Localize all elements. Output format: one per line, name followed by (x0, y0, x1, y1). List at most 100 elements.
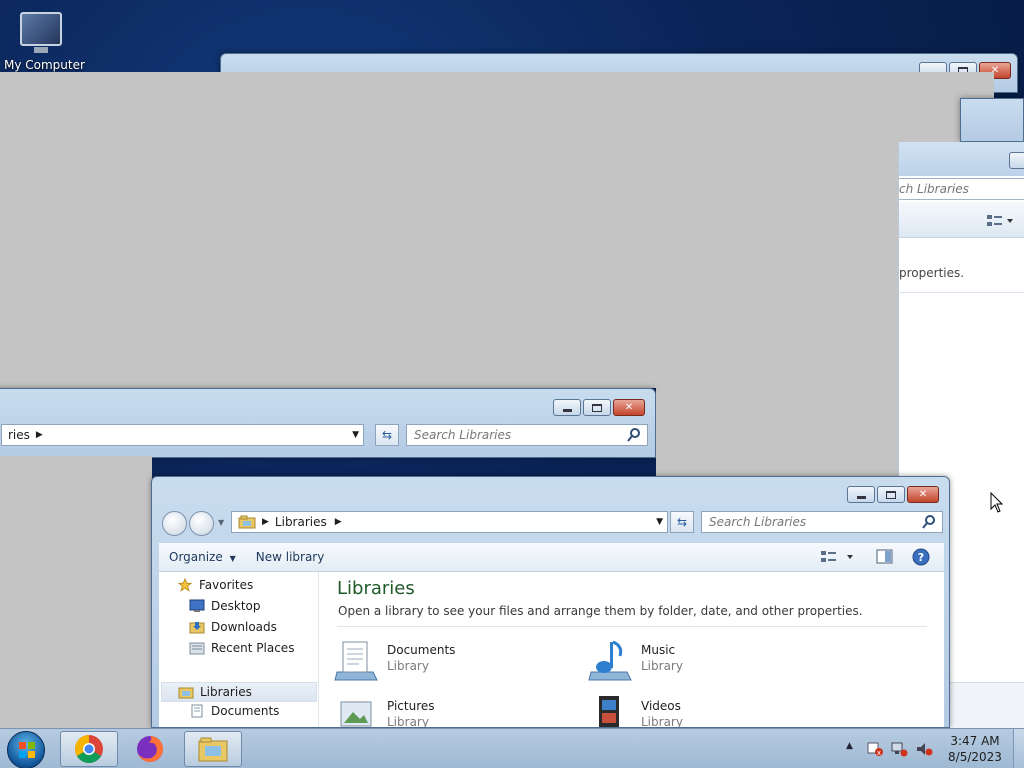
computer-icon (20, 12, 62, 53)
search-icon[interactable] (627, 428, 641, 442)
clock[interactable]: 3:47 AM 8/5/2023 (940, 733, 1010, 765)
address-history-chevron-icon[interactable]: ▼ (656, 517, 663, 527)
refresh-button[interactable]: ⇆ (375, 424, 399, 446)
close-button[interactable]: ✕ (907, 486, 939, 503)
back-window-middle: ✕ ries ▶ ▼ ⇆ Search Libraries (0, 388, 656, 458)
command-bar: Organize ▼ New library ? (159, 543, 944, 572)
library-name: Videos (641, 699, 681, 713)
library-videos[interactable]: Videos Library (587, 690, 787, 728)
nav-favorites[interactable]: Favorites (177, 578, 253, 592)
nav-desktop-label: Desktop (211, 599, 261, 613)
help-icon[interactable]: ? (912, 548, 930, 566)
refresh-icon: ⇆ (381, 428, 393, 442)
new-library-button[interactable]: New library (246, 550, 335, 564)
desktop-icon-label: My Computer (4, 58, 85, 72)
volume-muted-icon[interactable] (915, 741, 933, 757)
view-options-icon[interactable] (987, 214, 1015, 228)
chevron-down-icon[interactable]: ▼ (352, 430, 359, 440)
nav-downloads[interactable]: Downloads (189, 620, 277, 634)
taskbar-firefox[interactable] (121, 731, 179, 767)
music-library-icon (588, 640, 632, 681)
window-controls: ✕ (553, 399, 645, 416)
nav-documents[interactable]: Documents (189, 704, 279, 718)
action-center-alert-icon[interactable]: x (866, 741, 884, 757)
nav-libraries[interactable]: Libraries (161, 682, 317, 702)
search-input[interactable]: Search Libraries (406, 424, 648, 446)
rendering-artifact-region (34, 72, 994, 142)
maximize-button[interactable] (583, 399, 611, 416)
divider (899, 292, 1024, 293)
libraries-folder-icon (178, 687, 194, 699)
taskbar-file-explorer[interactable] (184, 731, 242, 767)
show-desktop-button[interactable] (1013, 729, 1024, 768)
library-type: Library (387, 659, 429, 673)
content-area: Favorites Desktop Downloads Recent Place… (159, 572, 944, 728)
chevron-right-icon[interactable]: ▶ (262, 517, 269, 527)
documents-library-icon (334, 641, 378, 681)
search-placeholder: Search Libraries (414, 428, 512, 442)
minimize-icon (856, 496, 866, 499)
maximize-icon (886, 490, 896, 499)
nav-desktop[interactable]: Desktop (189, 599, 261, 613)
show-hidden-icons-icon[interactable]: ▲ (846, 741, 853, 751)
library-music[interactable]: Music Library (587, 634, 787, 684)
forward-button[interactable] (189, 511, 214, 536)
page-subtitle: Open a library to see your files and arr… (338, 604, 863, 618)
address-bar[interactable]: ▶ Libraries ▶ ▼ (231, 511, 668, 533)
library-documents[interactable]: Documents Library (333, 634, 533, 684)
start-button[interactable] (7, 731, 45, 768)
nav-downloads-label: Downloads (211, 620, 277, 634)
minimize-button[interactable] (847, 486, 875, 503)
library-type: Library (641, 659, 683, 673)
library-type: Library (641, 715, 683, 728)
library-type: Library (387, 715, 429, 728)
nav-libraries-label: Libraries (200, 685, 252, 699)
library-name: Music (641, 643, 676, 657)
preview-pane-icon[interactable] (876, 549, 894, 565)
minimize-icon (562, 409, 572, 412)
search-input-fragment[interactable]: ch Libraries (899, 178, 1024, 200)
divider (337, 626, 927, 627)
search-input[interactable]: Search Libraries (701, 511, 943, 533)
taskbar-chrome[interactable] (60, 731, 118, 767)
close-icon: ✕ (918, 488, 928, 500)
nav-documents-label: Documents (211, 704, 280, 718)
desktop-icon-my-computer[interactable]: My Computer (4, 8, 85, 74)
recent-places-icon (189, 642, 205, 655)
rendering-artifact-region (0, 456, 152, 728)
documents-icon (191, 704, 203, 718)
chevron-right-icon[interactable]: ▶ (335, 517, 342, 527)
back-button[interactable] (162, 511, 187, 536)
clock-time: 3:47 AM (950, 734, 1000, 748)
chevron-right-icon[interactable]: ▶ (36, 430, 43, 440)
organize-button[interactable]: Organize ▼ (159, 550, 246, 564)
page-title: Libraries (337, 578, 415, 599)
address-crumb-libraries[interactable]: Libraries (275, 515, 327, 529)
videos-library-icon (599, 696, 619, 727)
library-pictures[interactable]: Pictures Library (333, 690, 533, 728)
mouse-cursor-icon (990, 492, 1004, 513)
firefox-icon (137, 736, 163, 762)
address-crumb[interactable]: ries (8, 428, 30, 442)
minimize-button[interactable] (1009, 152, 1024, 169)
maximize-button[interactable] (877, 486, 905, 503)
library-name: Documents (387, 643, 456, 657)
back-window-second (960, 98, 1024, 142)
rendering-artifact-region (656, 388, 898, 476)
nav-recent-places[interactable]: Recent Places (189, 641, 294, 655)
chrome-icon (75, 735, 103, 763)
close-button[interactable]: ✕ (613, 399, 645, 416)
address-bar[interactable]: ries ▶ ▼ (1, 424, 364, 446)
recent-pages-chevron-icon[interactable]: ▼ (218, 518, 224, 527)
window-controls: ✕ (847, 486, 939, 503)
search-icon[interactable] (922, 515, 936, 529)
clock-date: 8/5/2023 (948, 750, 1002, 764)
libraries-folder-icon (238, 515, 256, 529)
network-icon[interactable] (890, 741, 908, 757)
view-options-icon[interactable] (821, 550, 855, 564)
svg-text:x: x (877, 749, 881, 757)
refresh-button[interactable]: ⇆ (670, 511, 694, 533)
minimize-button[interactable] (553, 399, 581, 416)
star-icon (177, 578, 193, 592)
search-placeholder: Search Libraries (709, 515, 807, 529)
